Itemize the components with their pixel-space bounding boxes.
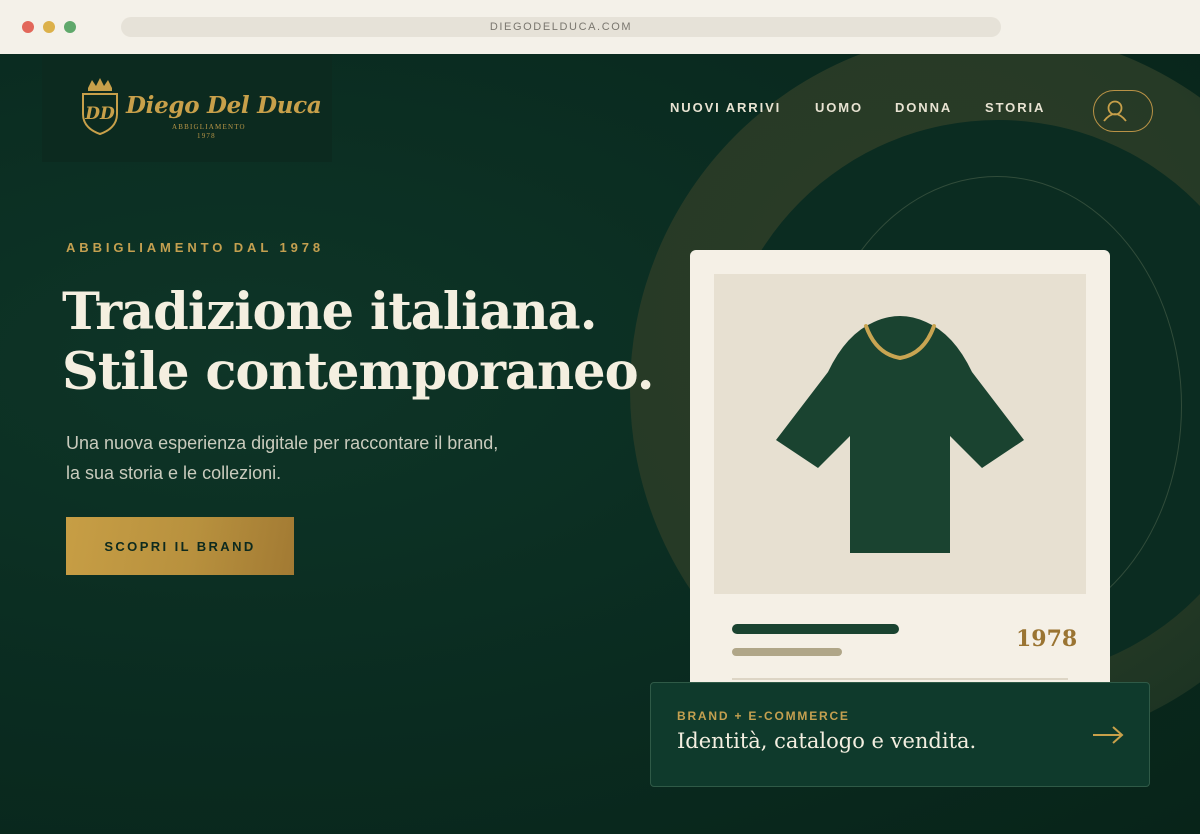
tshirt-icon [776, 316, 1024, 553]
product-card[interactable]: 1978 [690, 250, 1110, 690]
brand-subtitle: ABBIGLIAMENTO [172, 123, 246, 131]
minimize-window-button[interactable] [43, 21, 55, 33]
hero-lead: Una nuova esperienza digitale per raccon… [66, 428, 586, 488]
discover-brand-button[interactable]: SCOPRI IL BRAND [66, 517, 294, 575]
maximize-window-button[interactable] [64, 21, 76, 33]
monogram: DD [84, 104, 115, 124]
account-button[interactable] [1093, 90, 1153, 132]
nav-item-storia[interactable]: STORIA [985, 100, 1045, 115]
hero-lead-line-1: Una nuova esperienza digitale per raccon… [66, 433, 499, 453]
hero-headline-line-1: Tradizione italiana. [62, 282, 597, 342]
account-icon [1103, 100, 1127, 122]
hero-headline-line-2: Stile contemporaneo. [62, 342, 654, 402]
nav-item-donna[interactable]: DONNA [895, 100, 952, 115]
brand-year: 1978 [197, 132, 216, 140]
brand-name: Diego Del Duca [126, 92, 322, 119]
nav-item-nuovi-arrivi[interactable]: NUOVI ARRIVI [670, 100, 781, 115]
nav-item-uomo[interactable]: UOMO [815, 100, 863, 115]
hero-eyebrow: ABBIGLIAMENTO DAL 1978 [66, 240, 324, 255]
card-divider [732, 678, 1068, 680]
crest-icon: DD [82, 78, 118, 136]
page: DD Diego Del Duca ABBIGLIAMENTO 1978 NUO… [0, 54, 1200, 834]
feature-panel[interactable]: BRAND + E-COMMERCE Identità, catalogo e … [650, 682, 1150, 787]
product-subtitle-placeholder [732, 648, 842, 656]
hero-lead-line-2: la sua storia e le collezioni. [66, 463, 282, 483]
hero-headline: Tradizione italiana. Stile contemporaneo… [62, 282, 654, 402]
product-image [714, 274, 1086, 594]
close-window-button[interactable] [22, 21, 34, 33]
browser-chrome: DIEGODELDUCA.COM [0, 0, 1200, 54]
address-bar[interactable]: DIEGODELDUCA.COM [121, 17, 1001, 37]
feature-label: BRAND + E-COMMERCE [677, 709, 850, 723]
product-title-placeholder [732, 624, 899, 634]
product-year: 1978 [1016, 626, 1078, 652]
arrow-right-icon[interactable] [1091, 725, 1125, 745]
feature-title: Identità, catalogo e vendita. [677, 729, 977, 753]
logo[interactable]: DD Diego Del Duca ABBIGLIAMENTO 1978 [42, 54, 332, 162]
